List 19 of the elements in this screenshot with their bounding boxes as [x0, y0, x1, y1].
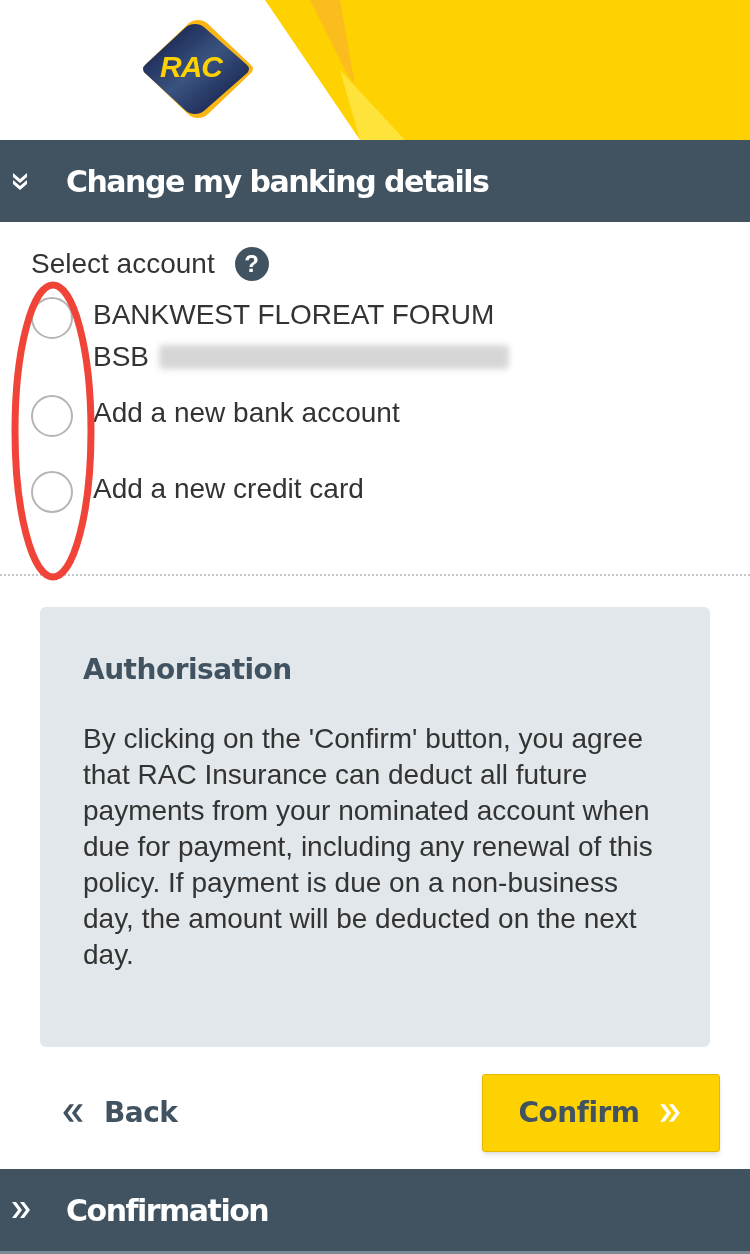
logo-text: RAC [160, 52, 222, 82]
help-icon[interactable]: ? [234, 247, 269, 281]
section-header[interactable]: Change my banking details [0, 140, 750, 222]
radio-button[interactable] [31, 395, 73, 437]
section-header[interactable]: Confirmation [0, 1169, 750, 1251]
authorisation-text: By clicking on the 'Confirm' button, you agree that RAC Insurance can deduct all future payments from your nominated account when due for payment, including any renewal of this policy. If payment is due on a non-business day, the amount will be deducted on the next day. [83, 722, 654, 972]
expand-chevron-icon [10, 1199, 32, 1221]
authorisation-title: Authorisation [83, 652, 293, 688]
section-title: Change my banking details [66, 162, 489, 201]
bsb-label: BSB [93, 340, 150, 374]
back-button[interactable]: Back [60, 1092, 178, 1134]
radio-button[interactable] [31, 471, 73, 513]
radio-button[interactable] [31, 297, 73, 339]
option-label: Add a new credit card [93, 472, 364, 506]
confirm-button[interactable]: Confirm [482, 1074, 720, 1152]
option-label: Add a new bank account [93, 396, 400, 430]
select-account-label: Select account [31, 247, 215, 281]
option-label: BANKWEST FLOREAT FORUM [93, 298, 496, 332]
section-title: Confirmation [66, 1191, 269, 1230]
